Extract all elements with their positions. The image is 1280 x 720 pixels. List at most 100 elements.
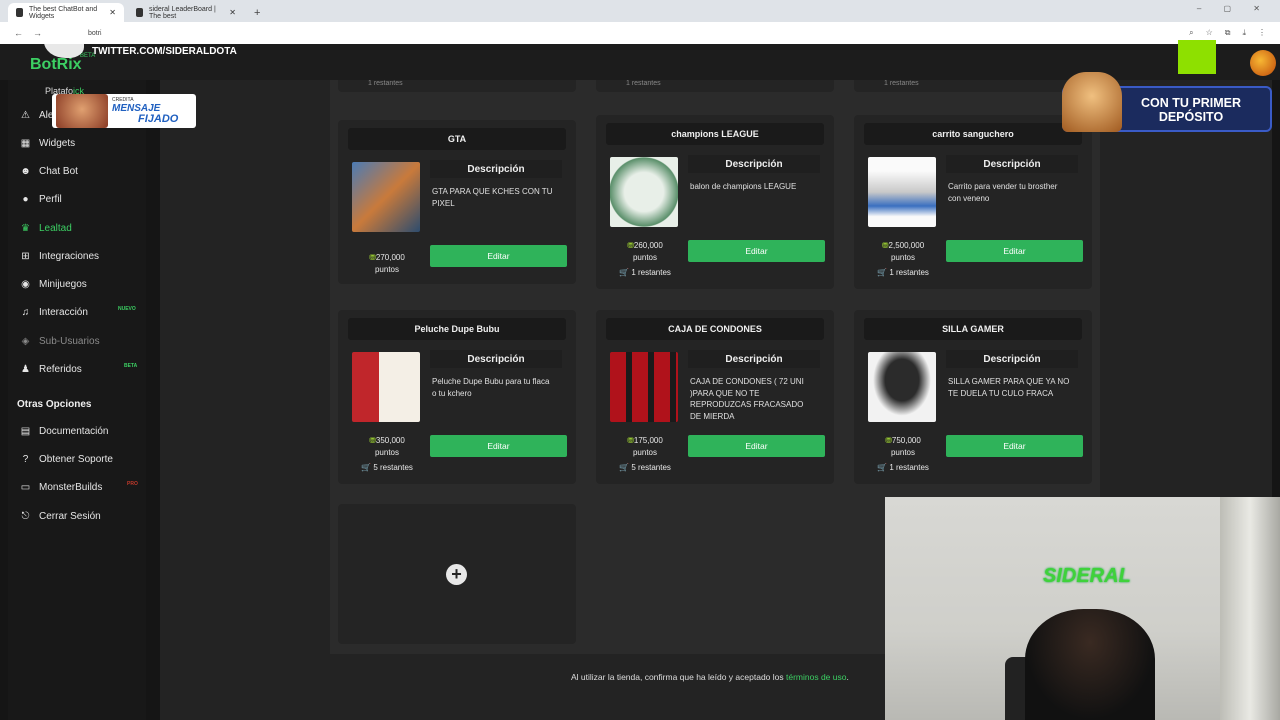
item-title: CAJA DE CONDONES <box>606 318 824 340</box>
sidebar-item-monsterbuilds[interactable]: ▭ MonsterBuilds <box>20 482 103 493</box>
description-heading: Descripción <box>946 350 1078 368</box>
laptop-icon: ▭ <box>20 482 31 493</box>
sidebar-item-widgets[interactable]: ▦ Widgets <box>20 138 75 149</box>
pro-badge: PRO <box>127 481 138 487</box>
subusers-icon: ◈ <box>21 336 30 347</box>
item-stock: 🛒 5 restantes <box>619 463 671 472</box>
item-stock: 🛒 1 restantes <box>877 268 929 277</box>
close-tab-icon[interactable]: ✕ <box>109 8 116 17</box>
coins-icon: ⛃ <box>627 241 634 250</box>
terms-footer: Al utilizar la tienda, confirma que ha l… <box>571 672 849 682</box>
question-icon: ? <box>22 454 29 465</box>
coins-icon: ⛃ <box>369 253 376 262</box>
tab-label: The best ChatBot and Widgets <box>29 5 98 20</box>
add-item-card[interactable]: + <box>338 504 576 644</box>
item-stock: 🛒 1 restantes <box>619 268 671 277</box>
sidebar-item-referidos[interactable]: ♟ Referidos <box>20 364 82 375</box>
star-icon[interactable]: ☆ <box>1206 28 1213 38</box>
users-icon: ♟ <box>21 364 30 375</box>
avatar[interactable] <box>1250 50 1276 76</box>
item-image <box>610 352 678 422</box>
edit-button[interactable]: Editar <box>946 435 1083 457</box>
back-icon[interactable]: ← <box>14 28 23 38</box>
terms-link[interactable]: términos de uso <box>786 672 846 682</box>
webcam-overlay: SIDERAL <box>885 497 1280 720</box>
item-title: carrito sanguchero <box>864 123 1082 145</box>
sidebar-item-perfil[interactable]: ● Perfil <box>20 194 61 205</box>
extensions-icon[interactable]: ⧉ <box>1225 28 1231 38</box>
edit-button[interactable]: Editar <box>688 435 825 457</box>
edit-button[interactable]: Editar <box>946 240 1083 262</box>
item-image <box>610 157 678 227</box>
item-price: ⛃2,500,000 puntos <box>881 241 925 262</box>
sideral-logo: SIDERAL <box>1043 565 1131 587</box>
botrix-logo[interactable]: BotRix <box>30 56 82 74</box>
partial-card-stock: 1 restantes <box>596 80 834 92</box>
user-icon: ● <box>22 194 29 205</box>
sidebar-item-integraciones[interactable]: ⊞ Integraciones <box>20 251 99 262</box>
plus-circle-icon[interactable]: + <box>446 564 467 585</box>
music-icon: ♫ <box>21 307 30 318</box>
description-heading: Descripción <box>430 160 562 178</box>
edit-button[interactable]: Editar <box>430 435 567 457</box>
grid-icon: ▦ <box>20 138 31 149</box>
item-image <box>868 157 936 227</box>
cart-icon: 🛒 <box>877 268 888 277</box>
browser-tab-bar: The best ChatBot and Widgets ✕ sideral L… <box>0 0 1280 22</box>
forward-icon[interactable]: → <box>33 28 42 38</box>
coins-icon: ⛃ <box>627 436 634 445</box>
store-item-card: SILLA GAMER Descripción SILLA GAMER PARA… <box>854 310 1092 484</box>
item-description: GTA PARA QUE KCHES CON TU PIXEL <box>432 187 553 208</box>
tab-label: sideral LeaderBoard | The best <box>148 5 216 20</box>
cart-icon: 🛒 <box>619 463 630 472</box>
sidebar-item-obtener-soporte[interactable]: ? Obtener Soporte <box>20 454 113 465</box>
item-price: ⛃350,000 puntos <box>369 436 405 457</box>
browser-tab-leaderboard[interactable]: sideral LeaderBoard | The best ✕ <box>128 3 244 22</box>
zoom-icon[interactable]: ⌕ <box>1189 28 1193 38</box>
description-heading: Descripción <box>946 155 1078 173</box>
partial-card-stock: 1 restantes <box>854 80 1092 92</box>
cart-icon: 🛒 <box>361 463 372 472</box>
item-title: Peluche Dupe Bubu <box>348 318 566 340</box>
edit-button[interactable]: Editar <box>688 240 825 262</box>
item-price: ⛃750,000 puntos <box>885 436 921 457</box>
item-description: balon de champions LEAGUE <box>690 182 797 191</box>
sidebar-item-minijuegos[interactable]: ◉ Minijuegos <box>20 279 87 290</box>
sidebar-item-cerrar-sesion[interactable]: ⎋ Cerrar Sesión <box>20 511 101 522</box>
sidebar-item-lealtad[interactable]: ♛ Lealtad <box>20 223 72 234</box>
item-title: SILLA GAMER <box>864 318 1082 340</box>
sidebar-item-sub-usuarios[interactable]: ◈ Sub-Usuarios <box>20 336 100 347</box>
favicon-icon <box>136 8 143 17</box>
sidebar-item-documentacion[interactable]: ▤ Documentación <box>20 426 109 437</box>
sidebar-item-interaccion[interactable]: ♫ Interacción <box>20 307 88 318</box>
coins-icon: ⛃ <box>881 241 889 250</box>
pinned-line-2: FIJADO <box>138 113 179 125</box>
item-description: Carrito para vender tu brosther con vene… <box>948 182 1058 203</box>
curtain <box>1220 497 1280 720</box>
browser-tab-botrix[interactable]: The best ChatBot and Widgets ✕ <box>8 3 124 22</box>
sidebar-item-chat-bot[interactable]: ☻ Chat Bot <box>20 166 78 177</box>
description-heading: Descripción <box>430 350 562 368</box>
item-image <box>352 162 420 232</box>
book-icon: ▤ <box>20 426 31 437</box>
item-title: GTA <box>348 128 566 150</box>
window-controls[interactable]: – ▢ ✕ <box>1197 4 1270 13</box>
overlay-twitter-handle: TWITTER.COM/SIDERALDOTA <box>92 46 237 57</box>
gamepad-icon: ◉ <box>21 279 30 290</box>
store-item-card: carrito sanguchero Descripción Carrito p… <box>854 115 1092 289</box>
promo-text: CON TU PRIMER DEPÓSITO <box>1141 96 1241 124</box>
item-stock: 🛒 5 restantes <box>361 463 413 472</box>
menu-icon[interactable]: ⋮ <box>1258 28 1266 38</box>
store-item-card: Peluche Dupe Bubu Descripción Peluche Du… <box>338 310 576 484</box>
partial-card-stock: 1 restantes <box>338 80 576 92</box>
sidebar-item-alerts[interactable]: ⚠ Ale <box>20 110 53 121</box>
close-tab-icon[interactable]: ✕ <box>229 8 236 17</box>
new-tab-icon[interactable]: + <box>248 7 266 22</box>
edit-button[interactable]: Editar <box>430 245 567 267</box>
robot-icon: ☻ <box>20 166 31 177</box>
promo-banner: CON TU PRIMER DEPÓSITO <box>1062 72 1272 132</box>
download-icon[interactable]: ⤓ <box>1242 28 1246 38</box>
cart-icon: 🛒 <box>619 268 630 277</box>
twitter-bird-icon <box>44 28 84 58</box>
beta-badge: BETA <box>124 363 138 369</box>
